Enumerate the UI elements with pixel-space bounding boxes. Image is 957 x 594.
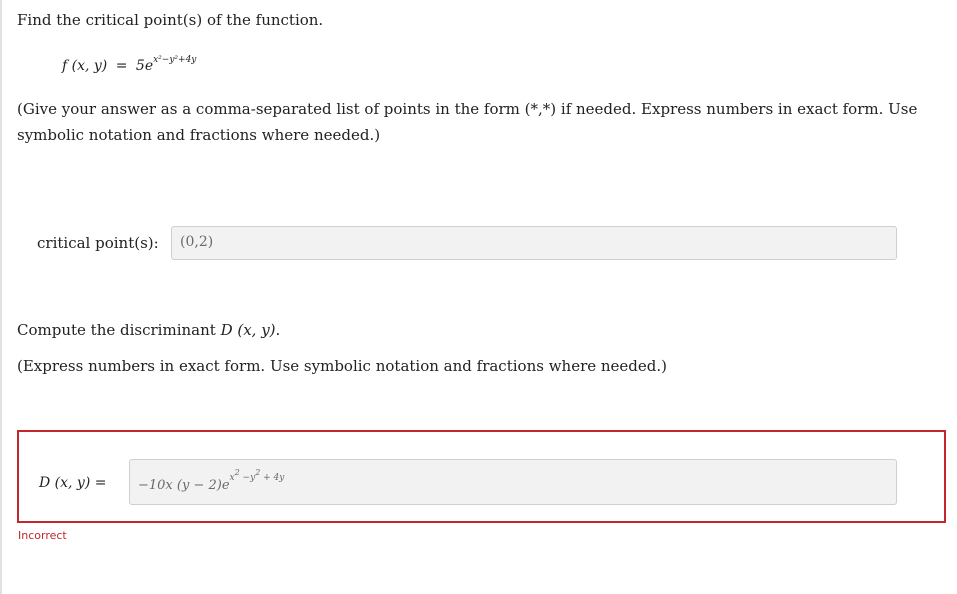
function-definition: f (x, y) = 5ex²−y²+4y <box>62 55 197 78</box>
function-coef: 5e <box>135 58 154 74</box>
discriminant-value: −10x (y − 2)ex2 −y2 + 4y <box>138 468 284 493</box>
discriminant-prompt-period: . <box>275 321 281 339</box>
incorrect-answer-box: D (x, y) = −10x (y − 2)ex2 −y2 + 4y <box>17 430 946 523</box>
incorrect-status: Incorrect <box>18 529 67 542</box>
discriminant-prompt: Compute the discriminant D (x, y). <box>17 320 280 340</box>
equals-sign: = <box>115 58 128 74</box>
discriminant-instructions: (Express numbers in exact form. Use symb… <box>17 357 668 375</box>
discriminant-value-exponent: x2 −y2 + 4y <box>229 468 285 483</box>
left-border <box>0 0 2 594</box>
exp-x: x <box>229 473 235 483</box>
function-lhs: f (x, y) <box>62 58 108 74</box>
critical-points-label: critical point(s): <box>37 234 159 252</box>
critical-points-input[interactable]: (0,2) <box>171 226 897 260</box>
discriminant-prompt-text: Compute the discriminant <box>17 321 216 339</box>
discriminant-prompt-math: D (x, y) <box>220 321 276 339</box>
critical-points-value: (0,2) <box>180 234 214 250</box>
discriminant-input[interactable]: −10x (y − 2)ex2 −y2 + 4y <box>129 459 897 505</box>
function-exponent: x²−y²+4y <box>153 55 197 65</box>
discriminant-value-main: −10x (y − 2)e <box>138 478 230 493</box>
exp-y: −y <box>239 473 256 483</box>
exp-y-power: 2 <box>255 468 261 477</box>
instructions-line-2: symbolic notation and fractions where ne… <box>17 126 381 144</box>
instructions-line-1: (Give your answer as a comma-separated l… <box>17 100 918 118</box>
discriminant-label: D (x, y) = <box>39 475 107 491</box>
exp-x-power: 2 <box>234 468 240 477</box>
question-prompt: Find the critical point(s) of the functi… <box>17 11 324 29</box>
exp-linear: + 4y <box>260 473 285 483</box>
